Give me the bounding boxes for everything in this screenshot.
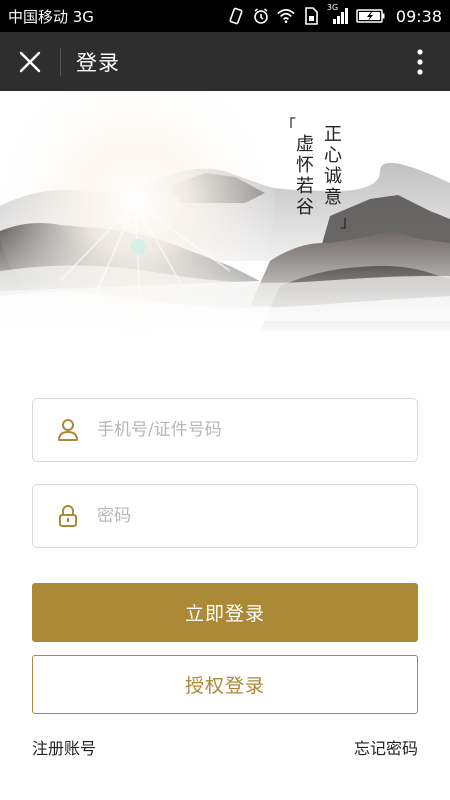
poem-bracket-open: 「 [280,116,297,135]
status-time: 09:38 [395,6,442,26]
more-button[interactable] [400,32,440,91]
wifi-icon [277,7,295,25]
poem-line-2: 虚怀若谷 [293,134,314,218]
phone-input[interactable] [95,419,399,441]
password-input[interactable] [95,505,399,527]
signal-icon: 3G [327,3,349,25]
sim-icon [302,7,320,25]
authorize-login-button[interactable]: 授权登录 [32,655,418,714]
forgot-password-link[interactable]: 忘记密码 [354,735,418,759]
user-icon [53,415,83,445]
mountain-landscape-illustration [0,91,450,391]
top-bar: 登录 [0,32,450,91]
page-title: 登录 [76,50,120,75]
phone-field[interactable] [32,398,418,462]
header-divider [60,47,61,76]
login-button[interactable]: 立即登录 [32,583,418,642]
close-button[interactable] [0,32,60,91]
register-link[interactable]: 注册账号 [32,735,96,759]
vibrate-icon [227,7,245,25]
lock-icon [53,501,83,531]
carrier-label: 中国移动 3G [8,7,94,26]
status-bar: 中国移动 3G 3G 09:38 [0,0,450,32]
alarm-icon [252,7,270,25]
poem-bracket-close: 」 [340,212,357,231]
poem-line-1: 正心诚意 [321,124,342,208]
poem-calligraphy: 「 正心诚意 虚怀若谷 」 [280,116,356,231]
hero-banner: 「 正心诚意 虚怀若谷 」 [0,91,450,391]
password-field[interactable] [32,484,418,548]
more-vert-icon [417,48,423,75]
network-type-label: 3G [326,3,339,12]
battery-icon [356,7,386,25]
close-icon [19,51,41,72]
